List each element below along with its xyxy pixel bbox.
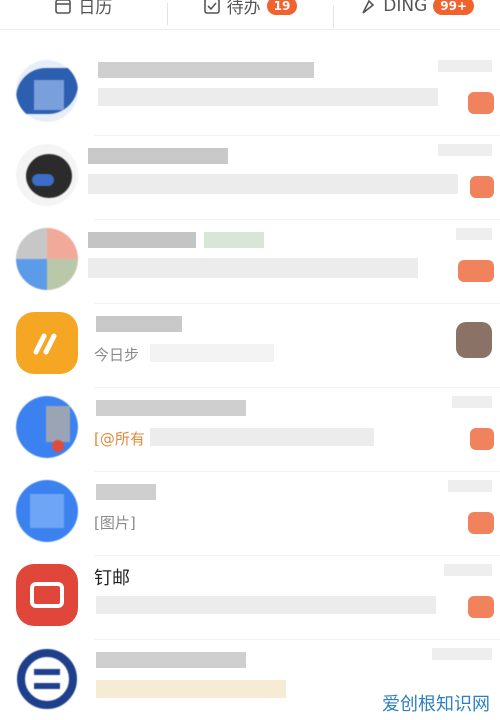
avatar <box>16 480 78 542</box>
message-list-screen: 日历 待办 19 DING 99+ 今日步 [@所有 [图片] 钉邮 爱创根知识… <box>0 0 500 720</box>
timestamp <box>438 60 492 72</box>
conversation-item[interactable] <box>0 52 500 136</box>
tab-todo-label: 待办 <box>226 0 261 18</box>
watermark-text: 爱创根知识网 <box>382 694 490 715</box>
timestamp <box>452 396 492 408</box>
tab-todo[interactable]: 待办 19 <box>166 0 334 25</box>
tab-ding-label: DING <box>383 0 428 16</box>
unread-badge <box>468 92 494 114</box>
conversation-item[interactable]: 今日步 <box>0 304 500 388</box>
avatar <box>16 648 78 710</box>
message-preview: 今日步 <box>94 346 140 364</box>
tab-calendar-label: 日历 <box>78 0 113 18</box>
avatar <box>16 60 78 122</box>
conversation-item[interactable]: 钉邮 <box>0 556 500 640</box>
timestamp <box>432 648 492 660</box>
top-tab-bar: 日历 待办 19 DING 99+ <box>0 0 500 30</box>
step-app-avatar <box>16 312 78 374</box>
mail-app-avatar <box>16 564 78 626</box>
todo-icon <box>203 0 220 14</box>
unread-badge <box>458 260 494 282</box>
calendar-icon <box>55 0 72 14</box>
conversation-item[interactable]: [@所有 <box>0 388 500 472</box>
logo-icon <box>17 649 77 709</box>
tab-calendar[interactable]: 日历 <box>0 0 167 18</box>
timestamp <box>448 480 492 492</box>
avatar <box>16 228 78 290</box>
timestamp <box>456 228 492 240</box>
conversation-title: 钉邮 <box>94 568 130 589</box>
ding-count-badge: 99+ <box>433 0 475 15</box>
unread-badge <box>470 176 494 198</box>
message-preview: [@所有 <box>94 430 145 448</box>
unread-badge <box>468 512 494 534</box>
unread-badge <box>468 596 494 618</box>
conversation-item[interactable] <box>0 220 500 304</box>
avatar <box>16 396 78 458</box>
avatar <box>16 144 78 206</box>
conversation-item[interactable]: [图片] <box>0 472 500 556</box>
timestamp <box>438 144 492 156</box>
unread-badge <box>470 428 494 450</box>
watermark: 爱创根知识网 <box>380 690 492 716</box>
timestamp <box>444 564 492 576</box>
ding-icon <box>362 0 375 14</box>
conversation-item[interactable] <box>0 136 500 220</box>
message-preview: [图片] <box>94 514 136 532</box>
quote-icon <box>33 333 57 355</box>
tab-ding[interactable]: DING 99+ <box>333 0 500 28</box>
todo-count-badge: 19 <box>266 0 298 15</box>
